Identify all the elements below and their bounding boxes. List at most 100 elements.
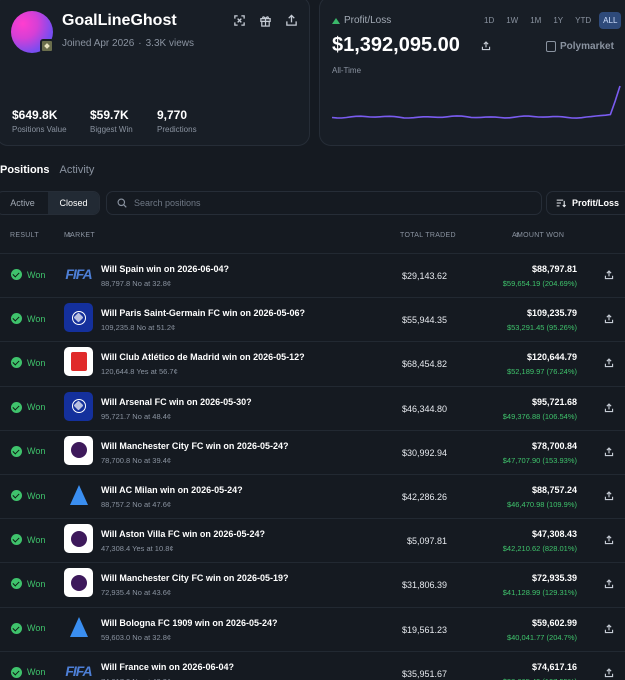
period-1y[interactable]: 1Y: [549, 12, 567, 29]
table-row[interactable]: Won Will Aston Villa FC win on 2026-05-24…: [0, 518, 625, 562]
serie-a-mark-icon: [69, 617, 88, 638]
sort-lines-icon: [556, 199, 566, 208]
search-icon: [117, 198, 127, 208]
table-row[interactable]: Won Will Club Atlético de Madrid win on 2…: [0, 341, 625, 385]
result-label: Won: [27, 667, 46, 678]
profit-gain: $53,291.45 (95.26%): [506, 323, 577, 333]
premier-league-logo: [64, 524, 93, 554]
premier-league-lion-icon: [70, 442, 87, 459]
period-1m[interactable]: 1M: [526, 12, 545, 29]
fifa-logo-text: FIFA: [65, 265, 92, 282]
laliga-mark-icon: [70, 352, 87, 372]
share-icon[interactable]: [604, 579, 614, 589]
laliga-logo: [64, 347, 93, 377]
profit-gain: $47,707.90 (153.93%): [502, 455, 577, 465]
market-title[interactable]: Will Spain win on 2026-06-04?: [101, 264, 229, 274]
filter-closed[interactable]: Closed: [48, 192, 99, 214]
amount-won: $78,700.84: [531, 440, 577, 451]
table-row[interactable]: Won Will Arsenal FC win on 2026-05-30? 95,…: [0, 385, 625, 430]
table-row[interactable]: Won Will Bologna FC 1909 win on 2026-05-2…: [0, 606, 625, 651]
market-title[interactable]: Will Paris Saint-Germain FC win on 2026-…: [101, 308, 305, 318]
period-1d[interactable]: 1D: [480, 12, 498, 29]
gift-icon[interactable]: [259, 14, 272, 27]
market-title[interactable]: Will Bologna FC 1909 win on 2026-05-24?: [101, 618, 277, 628]
share-icon[interactable]: [604, 402, 614, 413]
check-circle-icon: [11, 313, 22, 325]
stat-biggest-win: $59.7K Biggest Win: [90, 108, 133, 134]
champions-league-ball-icon: [71, 399, 86, 414]
share-icon[interactable]: [604, 270, 614, 280]
table-row[interactable]: Won FIFA Will Spain win on 2026-06-04? 88,7…: [0, 253, 625, 297]
amount-won: $59,602.99: [531, 617, 577, 628]
pnl-value: $1,392,095.00: [332, 34, 460, 56]
market-title[interactable]: Will Aston Villa FC win on 2026-05-24?: [101, 529, 265, 539]
result-badge: Won: [11, 445, 46, 457]
market-title[interactable]: Will Club Atlético de Madrid win on 2026…: [101, 352, 305, 362]
market-title[interactable]: Will France win on 2026-06-04?: [101, 662, 234, 672]
view-count: 3.3K views: [145, 38, 194, 49]
polymarket-logo-icon: [546, 41, 556, 52]
share-icon[interactable]: [604, 314, 614, 324]
market-title[interactable]: Will Arsenal FC win on 2026-05-30?: [101, 397, 252, 407]
period-selector: 1D 1W 1M 1Y YTD ALL: [480, 12, 622, 29]
tab-activity[interactable]: Activity: [60, 164, 95, 176]
sort-button[interactable]: Profit/Loss: [546, 191, 625, 215]
result-badge: Won: [11, 313, 45, 325]
filter-active[interactable]: Active: [0, 192, 48, 214]
amount-won: $109,235.79: [526, 308, 577, 319]
tab-positions[interactable]: Positions: [0, 164, 50, 176]
market-position: 72,935.4 No at 43.6¢: [101, 588, 172, 598]
market-position: 88,797.8 No at 32.8¢: [101, 279, 172, 288]
market-title[interactable]: Will Manchester City FC win on 2026-05-2…: [101, 441, 288, 451]
amount-won: $74,617.16: [531, 661, 577, 672]
total-traded: $5,097.81: [406, 536, 447, 547]
search-input[interactable]: [134, 198, 514, 208]
table-row[interactable]: Won Will Paris Saint-Germain FC win on 20…: [0, 297, 625, 341]
table-row[interactable]: Won Will AC Milan win on 2026-05-24? 88,75…: [0, 474, 625, 518]
share-icon[interactable]: [604, 623, 614, 634]
share-icon[interactable]: [285, 14, 298, 27]
share-icon[interactable]: [604, 668, 614, 678]
result-badge: Won: [11, 490, 45, 501]
expand-icon[interactable]: [233, 14, 246, 27]
amount-won: $88,797.81: [531, 264, 577, 274]
total-traded: $31,806.39: [401, 580, 447, 591]
joined-date: Joined Apr 2026: [62, 38, 135, 49]
total-traded: $42,286.26: [401, 492, 447, 502]
result-badge: Won: [11, 269, 45, 280]
share-icon[interactable]: [604, 447, 614, 457]
table-row[interactable]: Won Will Manchester City FC win on 2026-0…: [0, 562, 625, 606]
fifa-logo: FIFA: [64, 259, 93, 288]
result-label: Won: [27, 446, 46, 457]
result-badge: Won: [11, 666, 46, 678]
profit-gain: $52,189.97 (76.24%): [506, 367, 577, 377]
period-ytd[interactable]: YTD: [571, 12, 595, 29]
serie-a-mark-icon: [69, 484, 88, 505]
pnl-label: Profit/Loss: [332, 15, 391, 26]
share-icon[interactable]: [604, 535, 614, 545]
period-1w[interactable]: 1W: [502, 12, 522, 29]
table-row[interactable]: WonFIFAWill France win on 2026-06-04?74,…: [0, 650, 625, 680]
check-circle-icon: [11, 445, 22, 457]
market-title[interactable]: Will AC Milan win on 2026-05-24?: [101, 485, 243, 495]
badge-icon: [40, 39, 54, 53]
share-icon[interactable]: [604, 358, 614, 368]
sort-button-label: Profit/Loss: [572, 198, 620, 208]
market-position: 59,603.0 No at 32.8¢: [101, 632, 172, 642]
sort-arrows-icon: ⇕: [515, 233, 521, 239]
header-total-traded: TOTAL TRADED: [400, 232, 456, 239]
table-row[interactable]: Won Will Manchester City FC win on 2026-0…: [0, 429, 625, 474]
result-badge: Won: [11, 622, 45, 634]
total-traded: $55,944.35: [401, 315, 447, 326]
market-position: 109,235.8 No at 51.2¢: [101, 323, 176, 333]
check-circle-icon: [11, 401, 22, 413]
market-title[interactable]: Will Manchester City FC win on 2026-05-1…: [101, 573, 288, 583]
share-icon[interactable]: [604, 491, 614, 501]
header-result: RESULT: [10, 232, 39, 239]
share-icon[interactable]: [481, 41, 491, 51]
champions-league-ball-icon: [71, 310, 86, 325]
check-circle-icon: [11, 357, 22, 369]
period-all[interactable]: ALL: [599, 12, 622, 29]
stat-label: Predictions: [157, 125, 197, 134]
pnl-range-label: All-Time: [332, 66, 362, 75]
